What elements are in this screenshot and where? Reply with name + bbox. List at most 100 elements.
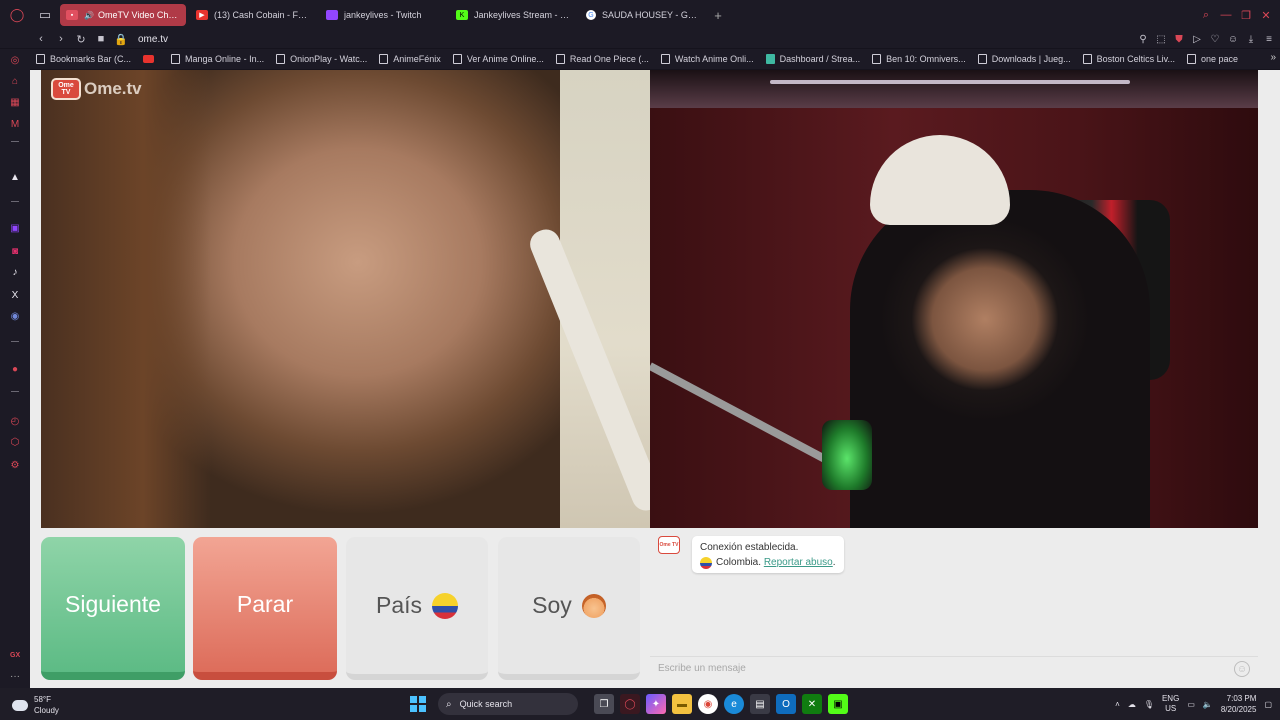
bookmark-label: OnionPlay - Watc... [290,54,368,64]
twitch-icon[interactable]: ▣ [8,221,22,235]
settings-icon[interactable]: ⚙ [8,458,22,472]
audio-icon[interactable]: 🔊 [84,11,94,20]
snapshot-icon[interactable]: ⬚ [1154,32,1168,46]
reload-icon[interactable]: ↻ [72,31,90,47]
bookmark-item[interactable]: Ver Anime Online... [447,54,550,64]
self-video [650,70,1258,528]
download-icon[interactable]: ⤓ [1244,32,1258,46]
shield-icon[interactable]: ⛊ [1172,32,1186,46]
instagram-icon[interactable]: ◙ [8,244,22,258]
tab-youtube[interactable]: ▶ (13) Cash Cobain - Feeee [190,4,316,26]
history-icon[interactable]: ◴ [8,414,22,428]
tab-twitch[interactable]: jankeylives - Twitch [320,4,446,26]
youtube-icon [143,55,155,63]
volume-icon[interactable]: 🔈 [1203,700,1213,709]
mods-icon[interactable]: M [8,117,22,131]
opera-logo-icon[interactable]: ◯ [6,4,28,26]
music-icon[interactable]: ● [8,362,22,376]
tab-title: (13) Cash Cobain - Feeee [214,10,310,20]
apex-icon[interactable]: ▲ [8,170,22,184]
chrome-icon[interactable]: ◉ [698,694,718,714]
pin-icon[interactable]: ⚲ [1136,32,1150,46]
bookmark-folder[interactable]: Bookmarks Bar (C... [30,54,137,64]
x-icon[interactable]: X [8,288,22,302]
aria-icon[interactable]: ◎ [8,53,22,67]
discord-icon[interactable]: ◉ [8,309,22,323]
bookmark-item[interactable]: OnionPlay - Watc... [270,54,373,64]
minimize-icon[interactable]: — [1218,7,1234,23]
tab-ometv[interactable]: ▪ 🔊 OmeTV Video Chat – [60,4,186,26]
back-icon[interactable]: ‹ [32,31,50,47]
bookmark-item[interactable]: Ben 10: Omnivers... [866,54,972,64]
twitch-favicon-icon [326,10,338,20]
page-icon [555,54,565,64]
workspaces-icon[interactable]: ▭ [34,4,56,26]
time: 7:03 PM [1226,694,1257,703]
opera-gx-icon[interactable]: ◯ [620,694,640,714]
country-button[interactable]: País [346,537,488,680]
windows-start-icon[interactable] [410,696,426,712]
onedrive-icon[interactable]: ☁ [1128,700,1136,709]
language-indicator[interactable]: ENG US [1162,694,1179,714]
chevron-up-icon[interactable]: ˄ [1115,700,1120,709]
menu-icon[interactable]: ≡ [1262,32,1276,46]
bookmark-item[interactable]: Read One Piece (... [550,54,655,64]
bookmark-item[interactable]: AnimeFénix [373,54,447,64]
tab-google[interactable]: G SAUDA HOUSEY - Google [580,4,706,26]
bookmark-item[interactable]: Downloads | Jueg... [972,54,1077,64]
extensions-icon[interactable]: ⬡ [8,435,22,449]
forward-icon[interactable]: › [52,31,70,47]
google-favicon-icon: G [586,10,596,20]
maximize-icon[interactable]: ❐ [1238,7,1254,23]
tv-logo-icon: Ome TV [51,78,81,100]
bookmark-item[interactable]: one pace [1181,54,1244,64]
gx-control-icon[interactable]: ▦ [8,95,22,109]
bookmark-item[interactable]: Dashboard / Strea... [760,54,867,64]
gx-label: GX [10,652,21,659]
notification-icon[interactable]: ▢ [1264,700,1272,709]
message-input[interactable] [650,657,1210,679]
more-icon[interactable]: ··· [10,671,20,682]
next-button[interactable]: Siguiente [41,537,185,680]
bookmark-item[interactable]: Watch Anime Onli... [655,54,760,64]
camera-icon[interactable]: ■ [92,31,110,47]
microphone-icon[interactable]: 🎙 [1144,700,1154,709]
bookmark-item[interactable]: Manga Online - In... [165,54,270,64]
new-tab-icon[interactable]: + [710,7,726,23]
ometv-logo: Ome TV Ome.tv [51,78,142,100]
kick-app-icon[interactable]: ▣ [828,694,848,714]
bookmark-label: Downloads | Jueg... [991,54,1071,64]
bookmark-youtube[interactable] [137,55,165,63]
store-icon[interactable]: ▤ [750,694,770,714]
tiktok-icon[interactable]: ♪ [8,265,22,279]
profile-icon[interactable]: ☺ [1226,32,1240,46]
url-field[interactable]: ome.tv [138,34,168,45]
heart-icon[interactable]: ♡ [1208,32,1222,46]
taskbar-search[interactable]: ⌕ Quick search [438,693,578,715]
gx-corner-icon[interactable]: ⌂ [8,74,22,88]
close-icon[interactable]: ✕ [1258,7,1274,23]
outlook-icon[interactable]: O [776,694,796,714]
report-abuse-link[interactable]: Reportar abuso [764,555,833,570]
play-icon[interactable]: ▷ [1190,32,1204,46]
edge-icon[interactable]: e [724,694,744,714]
monitor-icon[interactable]: ▭ [1187,700,1195,709]
weather-widget[interactable]: 58°F Cloudy [12,694,59,716]
search-tabs-icon[interactable]: ⌕ [1198,7,1214,23]
file-explorer-icon[interactable]: ▬ [672,694,692,714]
chevron-right-icon[interactable]: » [1270,52,1276,63]
emoji-icon[interactable]: ☺ [1234,661,1250,677]
bookmark-item[interactable]: Boston Celtics Liv... [1077,54,1181,64]
language-code: ENG [1161,694,1180,703]
taskbar-apps: ⌕ Quick search ❐ ◯ ✦ ▬ ◉ e ▤ O ✕ ▣ [410,692,848,716]
xbox-icon[interactable]: ✕ [802,694,822,714]
tab-kick[interactable]: K Jankeylives Stream - Wat [450,4,576,26]
gender-button[interactable]: Soy [498,537,640,680]
copilot-icon[interactable]: ✦ [646,694,666,714]
task-view-icon[interactable]: ❐ [594,694,614,714]
clock[interactable]: 7:03 PM 8/20/2025 [1221,693,1257,715]
stop-button[interactable]: Parar [193,537,337,680]
video-shape [41,70,211,528]
video-shape [650,362,847,473]
tab-bar: ◯ ▭ ▪ 🔊 OmeTV Video Chat – ▶ (13) Cash C… [0,0,1280,30]
